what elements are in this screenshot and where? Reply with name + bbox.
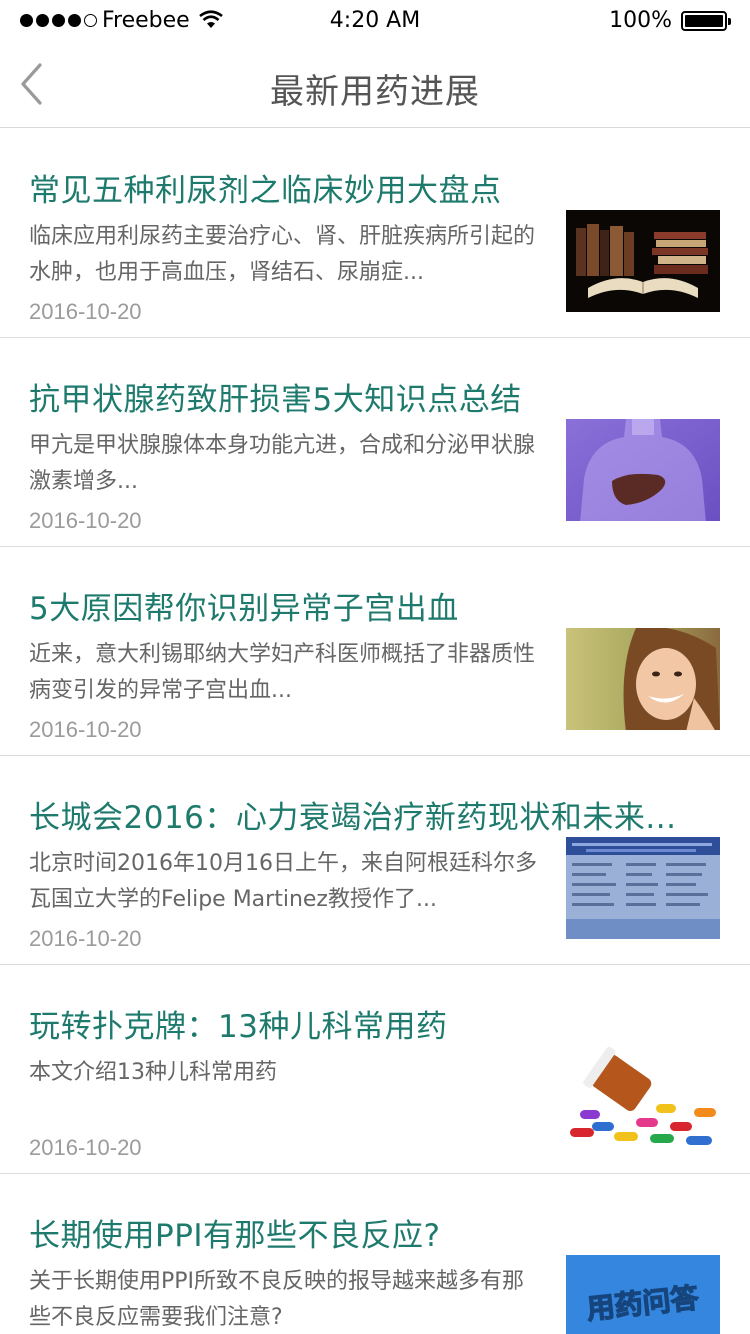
article-summary: 北京时间2016年10月16日上午，来自阿根廷科尔多瓦国立大学的Felipe M…	[29, 851, 537, 912]
list-item[interactable]: 长期使用PPI有那些不良反应? 关于长期使用PPI所致不良反映的报导越来越多有那…	[0, 1174, 750, 1334]
article-summary: 近来，意大利锡耶纳大学妇产科医师概括了非器质性病变引发的异常子宫出血...	[29, 642, 536, 703]
article-title[interactable]: 长城会2016：心力衰竭治疗新药现状和未来...	[29, 792, 709, 837]
article-title[interactable]: 常见五种利尿剂之临床妙用大盘点	[29, 165, 709, 210]
list-item[interactable]: 5大原因帮你识别异常子宫出血 近来，意大利锡耶纳大学妇产科医师概括了非器质性病变…	[0, 547, 750, 756]
article-date: 2016-10-20	[29, 926, 142, 951]
battery-percent: 100%	[609, 8, 672, 33]
article-title[interactable]: 抗甲状腺药致肝损害5大知识点总结	[29, 374, 709, 419]
article-date: 2016-10-20	[29, 717, 142, 742]
article-date: 2016-10-20	[29, 299, 142, 324]
article-date: 2016-10-20	[29, 1135, 142, 1160]
article-summary: 临床应用利尿药主要治疗心、肾、肝脏疾病所引起的水肿，也用于高血压，肾结石、尿崩症…	[29, 224, 536, 285]
status-bar: Freebee 4:20 AM 100%	[0, 0, 750, 40]
pills-bottle-image[interactable]	[566, 1046, 720, 1148]
list-item[interactable]: 常见五种利尿剂之临床妙用大盘点 临床应用利尿药主要治疗心、肾、肝脏疾病所引起的水…	[0, 129, 750, 338]
article-summary: 甲亢是甲状腺腺体本身功能亢进，合成和分泌甲状腺激素增多...	[29, 433, 536, 494]
qa-sign-image[interactable]: 用药问答	[566, 1255, 720, 1334]
article-date: 2016-10-20	[29, 508, 142, 533]
article-list: 常见五种利尿剂之临床妙用大盘点 临床应用利尿药主要治疗心、肾、肝脏疾病所引起的水…	[0, 129, 750, 1334]
list-item[interactable]: 玩转扑克牌：13种儿科常用药 本文介绍13种儿科常用药 2016-10-20	[0, 965, 750, 1174]
article-summary: 关于长期使用PPI所致不良反映的报导越来越多有那些不良反应需要我们注意?	[29, 1269, 525, 1330]
nav-bar: 最新用药进展	[0, 40, 750, 128]
article-summary: 本文介绍13种儿科常用药	[29, 1060, 277, 1085]
anatomy-liver-image[interactable]	[566, 419, 720, 521]
books-image[interactable]	[566, 210, 720, 312]
battery-icon	[681, 11, 731, 31]
list-item[interactable]: 抗甲状腺药致肝损害5大知识点总结 甲亢是甲状腺腺体本身功能亢进，合成和分泌甲状腺…	[0, 338, 750, 547]
list-item[interactable]: 长城会2016：心力衰竭治疗新药现状和未来... 北京时间2016年10月16日…	[0, 756, 750, 965]
article-title[interactable]: 长期使用PPI有那些不良反应?	[29, 1210, 709, 1255]
article-title[interactable]: 5大原因帮你识别异常子宫出血	[29, 583, 709, 628]
smiling-woman-image[interactable]	[566, 628, 720, 730]
page-title: 最新用药进展	[270, 72, 480, 112]
article-title[interactable]: 玩转扑克牌：13种儿科常用药	[29, 1001, 709, 1046]
presentation-slide-image[interactable]	[566, 837, 720, 939]
